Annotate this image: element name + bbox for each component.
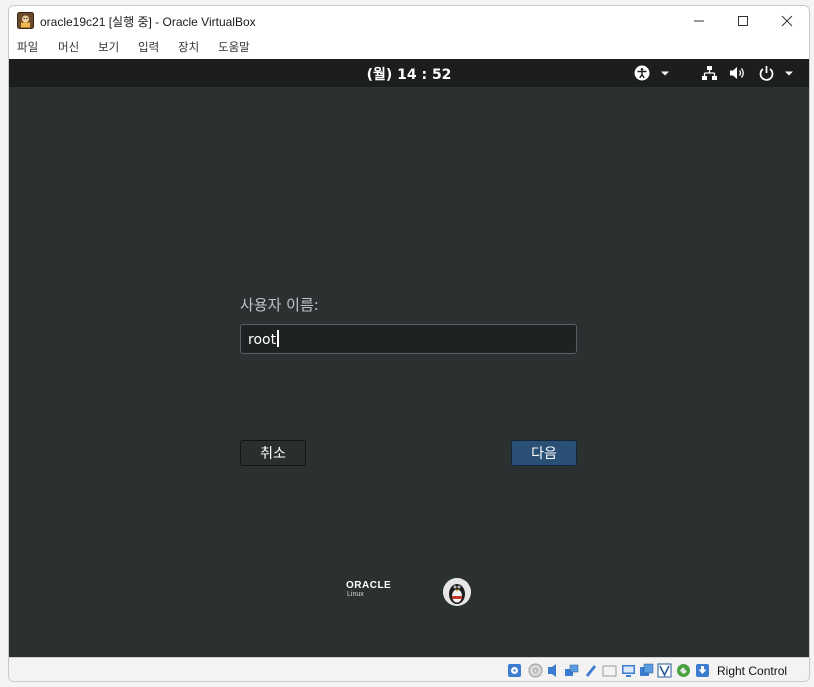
menu-input[interactable]: 입력 [138, 39, 159, 55]
virtualbox-app-icon [17, 12, 34, 29]
close-button[interactable] [765, 6, 809, 35]
minimize-icon [694, 20, 704, 21]
menu-machine[interactable]: 머신 [58, 39, 79, 55]
username-input[interactable]: root [240, 324, 577, 354]
vm-display[interactable]: (월) 14 : 52 사용자 이름: root 취소 다음 ORACLE Li… [9, 59, 809, 657]
network-adapter-icon[interactable] [564, 663, 579, 678]
close-icon [781, 15, 793, 26]
status-bar: Right Control [9, 657, 809, 681]
maximize-icon [738, 15, 748, 26]
menu-file[interactable]: 파일 [17, 39, 38, 55]
tux-penguin-icon [443, 578, 471, 606]
username-label: 사용자 이름: [240, 296, 319, 314]
linux-wordmark: Linux [347, 591, 364, 598]
virtualization-icon[interactable] [657, 663, 672, 678]
optical-drive-icon[interactable] [528, 663, 543, 678]
next-button[interactable]: 다음 [511, 440, 577, 466]
clock[interactable]: (월) 14 : 52 [9, 64, 809, 84]
next-button-label: 다음 [531, 446, 557, 462]
title-bar[interactable]: oracle19c21 [실행 중] - Oracle VirtualBox [9, 6, 809, 35]
volume-icon[interactable] [729, 65, 746, 81]
chevron-down-icon[interactable] [659, 65, 671, 81]
maximize-button[interactable] [721, 6, 765, 35]
usb-icon[interactable] [583, 663, 598, 678]
shared-folder-icon[interactable] [602, 663, 617, 678]
oracle-wordmark: ORACLE [346, 580, 392, 591]
accessibility-icon[interactable] [633, 65, 651, 81]
menu-help[interactable]: 도움말 [218, 39, 250, 55]
audio-icon[interactable] [546, 663, 561, 678]
cancel-button[interactable]: 취소 [240, 440, 306, 466]
menu-devices[interactable]: 장치 [178, 39, 199, 55]
menu-bar: 파일 머신 보기 입력 장치 도움말 [9, 35, 809, 58]
host-key-arrow-icon[interactable] [695, 663, 710, 678]
chevron-down-icon[interactable] [783, 65, 795, 81]
hard-disk-icon[interactable] [507, 663, 522, 678]
display-icon[interactable] [621, 663, 636, 678]
oracle-linux-logo: ORACLE Linux [346, 580, 391, 598]
host-key-label: Right Control [717, 664, 788, 678]
power-icon[interactable] [758, 65, 775, 81]
minimize-button[interactable] [677, 6, 721, 35]
window-title: oracle19c21 [실행 중] - Oracle VirtualBox [40, 15, 256, 29]
username-value: root [248, 332, 277, 348]
text-cursor [277, 330, 280, 347]
gnome-top-bar: (월) 14 : 52 [9, 59, 809, 87]
menu-view[interactable]: 보기 [98, 39, 119, 55]
guest-additions-icon[interactable] [676, 663, 691, 678]
network-icon[interactable] [701, 65, 718, 81]
video-capture-icon[interactable] [639, 663, 654, 678]
virtualbox-window: oracle19c21 [실행 중] - Oracle VirtualBox 파… [8, 5, 810, 682]
cancel-button-label: 취소 [260, 446, 286, 462]
